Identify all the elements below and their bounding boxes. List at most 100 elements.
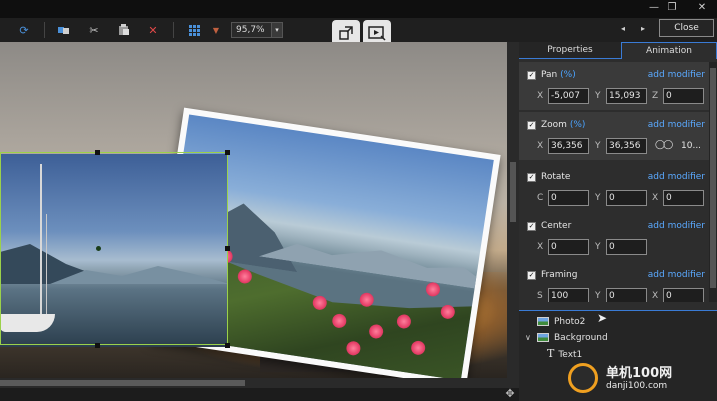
center-x-field[interactable]: 0 [548, 239, 589, 255]
vertical-scrollbar[interactable] [507, 42, 519, 388]
zoom-value: 95,7% [236, 25, 265, 35]
tab-animation[interactable]: Animation [621, 42, 717, 59]
rotate-checkbox[interactable]: ✓ [527, 173, 536, 182]
paste-icon[interactable] [116, 22, 132, 38]
field-label: Y [595, 141, 601, 151]
zoom-checkbox[interactable]: ✓ [527, 121, 536, 130]
toolbar-divider [173, 22, 174, 38]
play-preview-icon [368, 26, 386, 41]
framing-x-field[interactable]: 0 [663, 288, 704, 302]
resize-handle-bottom[interactable] [95, 343, 100, 348]
chevron-down-icon[interactable]: ∨ [525, 333, 531, 342]
watermark-logo-icon [568, 363, 598, 393]
zoom-select[interactable]: 95,7% ▾ [231, 22, 283, 38]
watermark: 单机100网 danji100.com [566, 359, 717, 401]
pan-checkbox[interactable]: ✓ [527, 71, 536, 80]
resize-handle-bottom-right[interactable] [225, 343, 230, 348]
flower [425, 281, 441, 298]
resize-handle-right[interactable] [225, 246, 230, 251]
previous-slide-button[interactable]: ◂ [617, 22, 629, 36]
layer-item-photo2[interactable]: Photo2 [537, 315, 585, 329]
panel-scrollbar[interactable] [709, 62, 717, 302]
grid-dropdown-icon[interactable]: ▼ [208, 22, 224, 38]
field-label: Y [595, 193, 601, 203]
zoom-link-value: 10... [681, 141, 702, 151]
fit-frame-icon [339, 26, 353, 40]
field-label: X [537, 242, 544, 252]
add-modifier-link[interactable]: add modifier [648, 270, 705, 280]
rotate-c-field[interactable]: 0 [548, 190, 589, 206]
link-icon[interactable]: ◯◯ [655, 140, 673, 150]
section-unit: (%) [560, 70, 576, 80]
animation-properties: ✓ Pan (%) add modifier X -5,007 Y 15,093… [519, 62, 709, 302]
center-y-field[interactable]: 0 [606, 239, 647, 255]
horizontal-scrollbar[interactable] [0, 378, 507, 388]
resize-handle-top[interactable] [95, 150, 100, 155]
slide-canvas[interactable] [0, 42, 507, 378]
field-label: X [652, 193, 659, 203]
grid-icon[interactable] [186, 22, 202, 38]
pan-y-field[interactable]: 15,093 [606, 88, 647, 104]
duplicate-icon[interactable] [56, 22, 72, 38]
next-slide-button[interactable]: ▸ [637, 22, 649, 36]
delete-icon[interactable]: ✕ [145, 22, 161, 38]
cut-icon[interactable]: ✂ [86, 22, 102, 38]
mouse-cursor-icon: ➤ [597, 311, 608, 325]
framing-checkbox[interactable]: ✓ [527, 271, 536, 280]
section-label: Zoom [541, 120, 567, 130]
section-title: Pan (%) [541, 70, 576, 80]
rotation-center-handle[interactable] [96, 246, 101, 251]
layer-label: Background [554, 333, 608, 343]
field-label: Y [595, 91, 601, 101]
section-label: Pan [541, 70, 558, 80]
center-checkbox[interactable]: ✓ [527, 222, 536, 231]
section-center: ✓ Center add modifier X 0 Y 0 [519, 213, 709, 261]
section-label: Center [541, 221, 572, 231]
text-icon: T [547, 347, 555, 360]
section-pan: ✓ Pan (%) add modifier X -5,007 Y 15,093… [519, 62, 709, 110]
layer-item-background[interactable]: Background [537, 331, 608, 345]
status-strip [0, 388, 519, 401]
field-label: X [537, 141, 544, 151]
field-label: X [652, 291, 659, 301]
maximize-button[interactable]: ❐ [660, 0, 684, 16]
resize-handle-top-right[interactable] [225, 150, 230, 155]
panel-tabs: Properties Animation [519, 42, 717, 59]
redo-icon[interactable]: ⟳ [16, 22, 32, 38]
properties-panel: Properties Animation ✓ Pan (%) add modif… [519, 42, 717, 401]
watermark-title: 单机100网 [606, 366, 673, 381]
field-label: Z [652, 91, 659, 101]
add-modifier-link[interactable]: add modifier [648, 221, 705, 231]
window-close-button[interactable]: ✕ [690, 0, 714, 16]
tab-properties[interactable]: Properties [519, 42, 621, 59]
image-thumbnail-icon [537, 333, 549, 342]
rotate-x-field[interactable]: 0 [663, 190, 704, 206]
field-label: C [537, 193, 544, 203]
add-modifier-link[interactable]: add modifier [648, 70, 705, 80]
zoom-x-field[interactable]: 36,356 [548, 138, 589, 154]
field-label: S [537, 291, 543, 301]
pan-z-field[interactable]: 0 [663, 88, 704, 104]
toolbar-divider [44, 22, 45, 38]
vertical-scroll-thumb[interactable] [510, 162, 516, 222]
field-label: X [537, 91, 544, 101]
chevron-down-icon[interactable]: ▾ [271, 23, 282, 37]
panel-scroll-thumb[interactable] [710, 68, 716, 288]
rotate-y-field[interactable]: 0 [606, 190, 647, 206]
section-label: Framing [541, 270, 578, 280]
selection-box[interactable] [0, 152, 228, 345]
horizontal-scroll-thumb[interactable] [0, 380, 245, 386]
move-icon[interactable]: ✥ [503, 387, 517, 401]
pan-x-field[interactable]: -5,007 [548, 88, 589, 104]
section-rotate: ✓ Rotate add modifier C 0 Y 0 X 0 [519, 164, 709, 212]
image-thumbnail-icon [537, 317, 549, 326]
section-title: Zoom (%) [541, 120, 585, 130]
framing-y-field[interactable]: 0 [606, 288, 647, 302]
watermark-url: danji100.com [606, 381, 668, 391]
add-modifier-link[interactable]: add modifier [648, 172, 705, 182]
close-button[interactable]: Close [659, 19, 714, 37]
framing-s-field[interactable]: 100 [548, 288, 589, 302]
add-modifier-link[interactable]: add modifier [648, 120, 705, 130]
section-framing: ✓ Framing add modifier S 100 Y 0 X 0 [519, 262, 709, 302]
zoom-y-field[interactable]: 36,356 [606, 138, 647, 154]
